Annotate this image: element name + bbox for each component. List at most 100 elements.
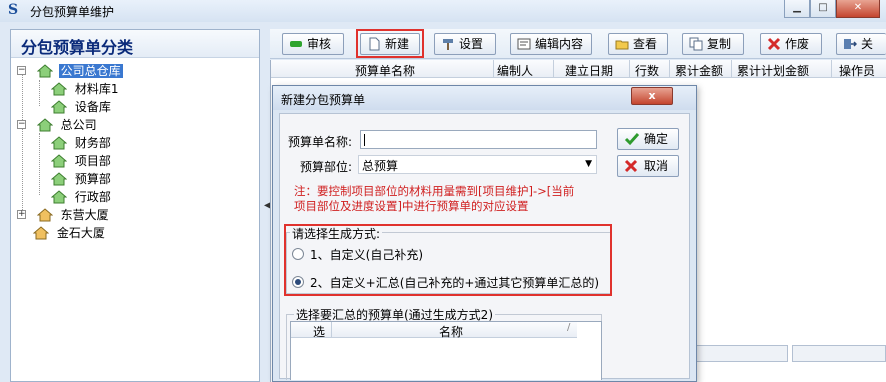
budget-name-label: 预算单名称: — [288, 135, 353, 149]
exit-label: 关 — [861, 37, 874, 51]
column-header-date[interactable]: 建立日期 — [565, 62, 613, 79]
house-icon — [32, 225, 50, 240]
house-icon — [50, 189, 68, 204]
collapse-icon[interactable]: − — [17, 66, 26, 75]
tree-item-label: 行政部 — [74, 189, 111, 204]
budget-dept-label: 预算部位: — [300, 160, 353, 174]
tree-item-equipment-store[interactable]: 设备库 — [50, 97, 113, 115]
settings-label: 设置 — [459, 37, 484, 51]
column-separator — [331, 322, 332, 338]
approve-label: 审核 — [307, 37, 332, 51]
tree-line — [39, 80, 40, 106]
tree-item-jinshi[interactable]: 金石大厦 — [32, 223, 107, 241]
summary-list[interactable]: 选 名称 / — [290, 321, 602, 380]
ok-button[interactable]: 确定 — [617, 128, 679, 150]
minimize-button[interactable]: ▁ — [784, 0, 810, 18]
cancel-button[interactable]: 取消 — [617, 155, 679, 177]
generation-mode-highlight — [284, 224, 612, 296]
edit-content-button[interactable]: 编辑内容 — [510, 33, 592, 55]
tree-item-label: 东营大厦 — [60, 207, 109, 222]
checkmark-icon — [624, 131, 640, 153]
tree-item-company-warehouse[interactable]: − 公司总仓库 — [17, 61, 123, 79]
red-x-icon — [767, 37, 781, 51]
column-separator[interactable] — [669, 60, 670, 78]
dialog-note: 注：要控制项目部位的材料用量需到[项目维护]->[当前 项目部位及进度设置]中进… — [294, 184, 594, 214]
expand-icon[interactable]: + — [17, 210, 26, 219]
column-header-name[interactable]: 名称 — [439, 323, 463, 340]
tree-item-material-store[interactable]: 材料库1 — [50, 79, 120, 97]
budget-dept-select[interactable]: 总预算 ▼ — [358, 155, 597, 174]
red-x-icon — [624, 159, 638, 179]
maximize-button[interactable]: □ — [810, 0, 836, 18]
copy-button[interactable]: 复制 — [682, 33, 744, 55]
tree-item-head-office[interactable]: − 总公司 — [17, 115, 99, 133]
title-bar: S 分包预算单维护 ▁ □ ✕ — [0, 0, 886, 22]
column-separator[interactable] — [629, 60, 630, 78]
dialog-close-button[interactable]: x — [631, 87, 673, 105]
tree-item-budget[interactable]: 预算部 — [50, 169, 113, 187]
column-separator[interactable] — [493, 60, 494, 78]
void-label: 作废 — [785, 37, 810, 51]
category-tree-panel: 分包预算单分类 − 公司总仓库 材料库1 设备库 − 总公司 财务部 项目部 预… — [10, 29, 260, 382]
approve-button[interactable]: 审核 — [282, 33, 344, 55]
column-header-name[interactable]: 预算单名称 — [355, 62, 415, 79]
tree-item-label: 设备库 — [74, 99, 111, 114]
tree-item-label: 材料库1 — [74, 81, 119, 96]
column-separator[interactable] — [731, 60, 732, 78]
copy-icon — [689, 37, 703, 51]
house-icon — [50, 171, 68, 186]
dialog-note-line: 项目部位及进度设置]中进行预算单的对应设置 — [294, 199, 529, 213]
tree-item-finance[interactable]: 财务部 — [50, 133, 113, 151]
close-button[interactable]: ✕ — [836, 0, 880, 18]
tree-item-label: 总公司 — [60, 117, 97, 132]
tree-item-label: 财务部 — [74, 135, 111, 150]
column-separator[interactable] — [553, 60, 554, 78]
dialog-title-bar[interactable]: 新建分包预算单 x — [273, 86, 696, 110]
category-tree-heading: 分包预算单分类 — [11, 30, 259, 58]
column-header-rows[interactable]: 行数 — [635, 62, 659, 79]
column-header-total[interactable]: 累计金额 — [675, 62, 723, 79]
status-field — [792, 345, 886, 362]
tree-item-label: 公司总仓库 — [58, 63, 123, 78]
status-field — [696, 345, 788, 362]
house-icon — [50, 99, 68, 114]
column-header-planned-total[interactable]: 累计计划金额 — [737, 62, 809, 79]
new-button-highlight — [356, 29, 424, 58]
column-header-author[interactable]: 编制人 — [497, 62, 533, 79]
tree-item-admin[interactable]: 行政部 — [50, 187, 113, 205]
folder-open-icon — [615, 37, 629, 51]
tree-line — [22, 68, 23, 218]
dropdown-arrow-icon[interactable]: ▼ — [585, 159, 592, 169]
green-bar-icon — [289, 37, 303, 51]
house-icon — [50, 81, 68, 96]
column-header-operator[interactable]: 操作员 — [839, 62, 875, 79]
app-logo-icon: S — [8, 2, 19, 18]
grid-header: 预算单名称 编制人 建立日期 行数 累计金额 累计计划金额 操作员 — [271, 60, 886, 78]
text-caret — [364, 134, 365, 146]
house-icon — [36, 117, 54, 132]
house-icon — [50, 135, 68, 150]
exit-button[interactable]: 关 — [836, 33, 886, 55]
window-title: 分包预算单维护 — [30, 5, 115, 19]
tree-item-label: 金石大厦 — [56, 225, 105, 240]
collapse-icon[interactable]: − — [17, 120, 26, 129]
tree-item-project[interactable]: 项目部 — [50, 151, 113, 169]
column-separator[interactable] — [831, 60, 832, 78]
column-header-select[interactable]: 选 — [313, 323, 325, 340]
house-icon — [50, 153, 68, 168]
view-button[interactable]: 查看 — [608, 33, 668, 55]
settings-button[interactable]: 设置 — [434, 33, 496, 55]
void-button[interactable]: 作废 — [760, 33, 822, 55]
edit-icon — [517, 37, 531, 51]
tree-item-label: 项目部 — [74, 153, 111, 168]
house-icon — [36, 63, 54, 78]
exit-icon — [843, 37, 858, 51]
tree-item-label: 预算部 — [74, 171, 111, 186]
house-icon — [36, 207, 54, 222]
budget-name-input[interactable] — [360, 130, 597, 149]
tree-item-dongying[interactable]: + 东营大厦 — [17, 205, 111, 223]
edit-content-label: 编辑内容 — [535, 37, 584, 51]
column-resize-icon: / — [567, 322, 571, 333]
dialog-title: 新建分包预算单 — [281, 93, 366, 107]
ok-label: 确定 — [644, 132, 669, 146]
